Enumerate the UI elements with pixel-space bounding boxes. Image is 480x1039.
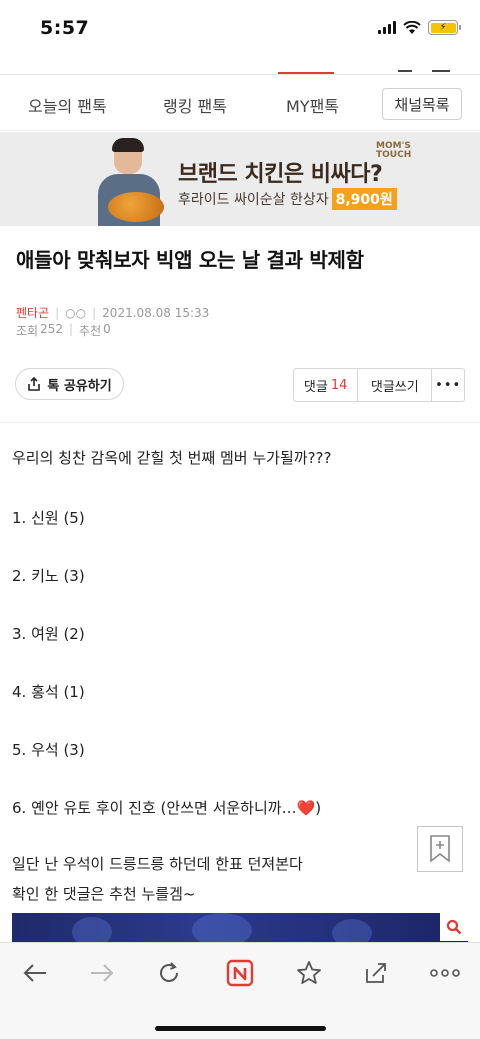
recommend-count: 0: [103, 322, 111, 336]
post-stats: 조회 252 | 추천 0: [16, 322, 111, 339]
post-author[interactable]: 펜타곤: [16, 304, 49, 321]
fantalk-tabs: 오늘의 팬톡 랭킹 팬톡 MY팬톡 채널목록: [0, 75, 480, 131]
body-line: 3. 여원 (2): [12, 625, 85, 643]
favorite-button[interactable]: [291, 959, 327, 987]
comment-label: 댓글: [303, 379, 328, 395]
recommend-label: 추천: [79, 324, 102, 338]
image-zoom-button[interactable]: [440, 913, 468, 941]
body-line: 4. 홍석 (1): [12, 683, 85, 701]
author-badge: ○○: [65, 305, 87, 320]
share-icon: [366, 963, 386, 983]
ad-headline: 브랜드 치킨은 비싸다?: [178, 162, 383, 187]
reload-icon: [160, 962, 178, 982]
meta-separator: |: [92, 305, 97, 320]
tab-ranking-fantalk[interactable]: 랭킹 팬톡: [163, 93, 227, 117]
naver-home-icon: [226, 959, 254, 987]
body-line: 1. 신원 (5): [12, 509, 85, 527]
forward-arrow-icon: [91, 964, 114, 982]
ad-chicken-image: [108, 192, 164, 222]
ad-subline: 후라이드 싸이순살 한상자 8,900원: [178, 188, 397, 210]
meta-separator: |: [69, 322, 74, 336]
forward-button[interactable]: [84, 959, 120, 987]
cellular-signal-icon: [378, 21, 396, 34]
ad-product: 후라이드 싸이순살 한상자: [178, 192, 329, 208]
home-indicator: [155, 1026, 326, 1031]
tab-today-fantalk[interactable]: 오늘의 팬톡: [28, 93, 107, 117]
views-label: 조회: [16, 324, 39, 338]
ad-price: 8,900원: [331, 188, 397, 210]
bookmark-plus-icon: [430, 835, 450, 863]
back-button[interactable]: [17, 959, 53, 987]
status-time: 5:57: [40, 17, 90, 39]
header-icon-partial: [398, 70, 412, 72]
reload-button[interactable]: [151, 959, 187, 987]
ad-banner[interactable]: MOM'S TOUCH 브랜드 치킨은 비싸다? 후라이드 싸이순살 한상자 8…: [0, 132, 480, 226]
status-icons: ⚡: [378, 20, 461, 35]
body-line: 2. 키노 (3): [12, 567, 85, 585]
bookmark-button[interactable]: [417, 826, 463, 872]
body-line: 일단 난 우석이 드릉드릉 하던데 한표 던져본다: [12, 855, 303, 873]
magnifier-icon: [446, 919, 462, 935]
header-sliver: [0, 56, 480, 74]
views-count: 252: [40, 322, 63, 336]
comment-count-button[interactable]: 댓글 14: [294, 369, 359, 401]
content-divider: [0, 422, 480, 423]
comment-count: 14: [330, 377, 348, 393]
more-options-button[interactable]: •••: [432, 369, 464, 401]
share-page-button[interactable]: [358, 959, 394, 987]
star-icon: [297, 961, 321, 984]
tab-my-fantalk[interactable]: MY팬톡: [286, 93, 339, 117]
battery-icon: ⚡: [428, 20, 461, 35]
body-line: 6. 옌안 유토 후이 진호 (안쓰면 서운하니까…❤️): [12, 799, 322, 817]
post-action-group: 댓글 14 댓글쓰기 •••: [293, 368, 465, 402]
talk-share-button[interactable]: 톡 공유하기: [15, 368, 124, 400]
wifi-icon: [403, 20, 421, 34]
post-date: 2021.08.08 15:33: [102, 305, 210, 320]
status-bar: 5:57 ⚡: [0, 0, 480, 56]
browser-toolbar: [0, 942, 480, 1039]
post-title: 애들아 맞춰보자 빅앱 오는 날 결과 박제함: [16, 248, 364, 272]
menu-icon-partial: [432, 70, 450, 72]
body-line: 확인 한 댓글은 추천 누를겜~: [12, 885, 196, 903]
write-comment-button[interactable]: 댓글쓰기: [358, 369, 433, 401]
naver-home-button[interactable]: [222, 959, 258, 987]
body-line: 5. 우석 (3): [12, 741, 85, 759]
meta-separator: |: [55, 305, 60, 320]
more-icon: [430, 969, 460, 977]
more-menu-button[interactable]: [427, 959, 463, 987]
back-arrow-icon: [23, 964, 46, 982]
channel-list-button[interactable]: 채널목록: [382, 88, 462, 120]
body-line: 우리의 칭찬 감옥에 갇힐 첫 번째 멤버 누가될까???: [12, 449, 332, 467]
share-icon: [28, 377, 41, 391]
post-meta: 펜타곤 | ○○ | 2021.08.08 15:33: [16, 304, 209, 321]
talk-share-label: 톡 공유하기: [47, 378, 112, 394]
